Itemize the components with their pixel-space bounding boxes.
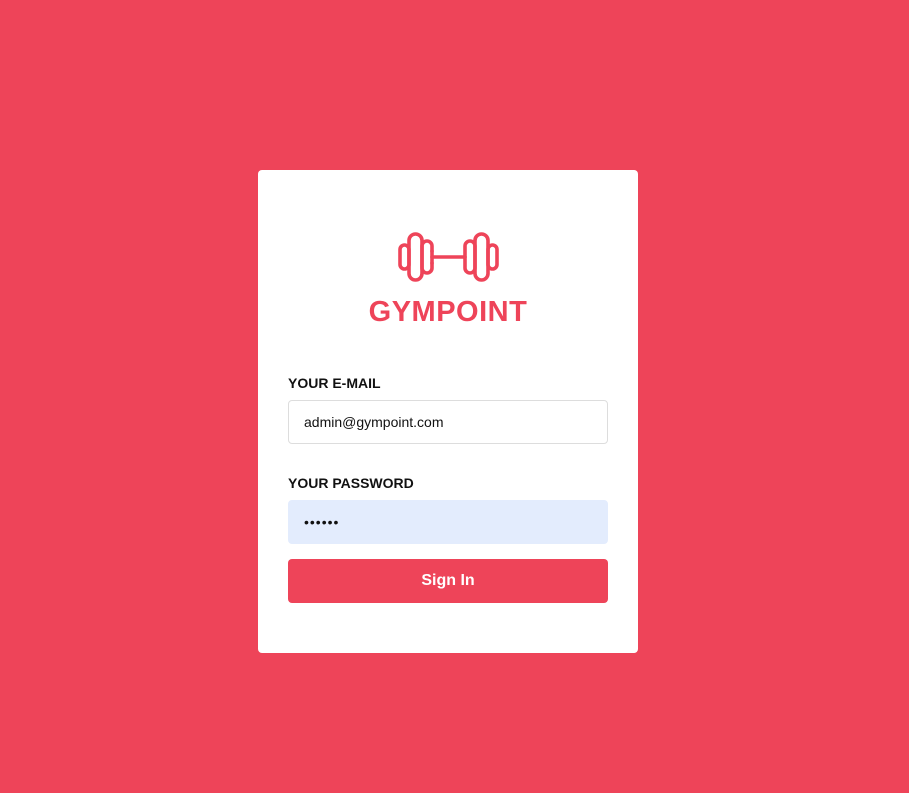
login-card: GYMPOINT YOUR E-MAIL YOUR PASSWORD Sign … [258, 170, 638, 653]
dumbbell-icon [398, 232, 499, 282]
password-field[interactable] [288, 500, 608, 544]
sign-in-button[interactable]: Sign In [288, 559, 608, 603]
brand-name: GYMPOINT [368, 296, 528, 328]
email-label: YOUR E-MAIL [288, 375, 381, 391]
password-label: YOUR PASSWORD [288, 475, 414, 491]
email-field[interactable] [288, 400, 608, 444]
